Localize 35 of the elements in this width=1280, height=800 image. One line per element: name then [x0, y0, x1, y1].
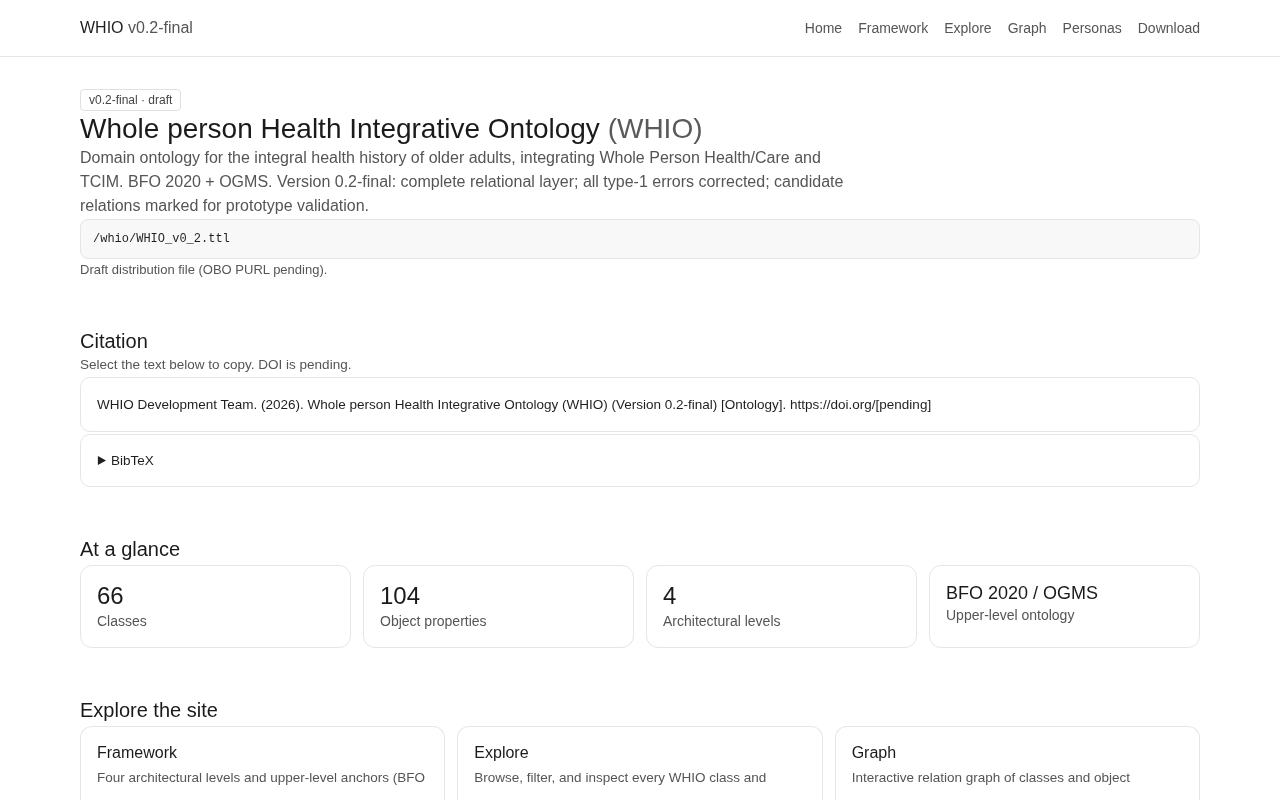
card-title: Graph	[851, 742, 898, 763]
section-heading: Explore the site	[80, 697, 219, 723]
stat-label: Architectural levels	[663, 611, 782, 631]
explore-card[interactable]: Graph Interactive relation graph of classes and object	[834, 725, 1200, 800]
nav-link[interactable]: Explore	[944, 20, 992, 36]
file-note: Draft distribution file (OBO PURL pending).	[80, 261, 329, 279]
stat-label: Upper-level ontology	[946, 605, 1076, 625]
explore-card[interactable]: Explore Browse, filter, and inspect every WHIO class and	[457, 725, 823, 800]
site-brand[interactable]: WHIO v0.2-final	[80, 19, 193, 37]
stat-value: BFO 2020 / OGMS	[946, 581, 1100, 605]
citation-note: Select the text below to copy. DOI is pending.	[80, 356, 353, 374]
nav-link[interactable]: Download	[1137, 20, 1200, 36]
nav-link[interactable]: Personas	[1062, 20, 1122, 36]
nav-link[interactable]: Home	[804, 20, 843, 36]
citation-text: WHIO Development Team. (2026). Whole person Health Integrative Ontology (WHIO) (Version 0.2-final) [Ontology]. https://doi.org/[pending]	[80, 377, 1200, 432]
nav-link[interactable]: Framework	[858, 20, 929, 36]
card-description: Four architectural levels and upper-level anchors (BFO	[97, 768, 426, 787]
page-title: Whole person Health Integrative Ontology (WHIO)	[80, 112, 704, 146]
stat-value: 4	[663, 580, 678, 611]
bibtex-toggle[interactable]: BibTeX	[97, 451, 154, 470]
explore-card[interactable]: Framework Four architectural levels and upper-level anchors (BFO	[80, 725, 446, 800]
section-heading: Citation	[80, 329, 149, 354]
card-description: Browse, filter, and inspect every WHIO class and	[474, 768, 768, 787]
card-title: Explore	[474, 742, 530, 763]
nav-link[interactable]: Graph	[1007, 20, 1047, 36]
card-description: Interactive relation graph of classes and object	[851, 768, 1132, 787]
card-title: Framework	[97, 742, 178, 763]
section-heading: At a glance	[80, 536, 182, 562]
ontology-description: Domain ontology for the integral health history of older adults, integrating Whole Person Health/Care and TCIM. BFO 2020 + OGMS. Version 0.2-final: complete relational layer; all type-1 errors corrected; candidate relations marked for prototype validation.	[80, 148, 845, 216]
stat-label: Object properties	[380, 611, 488, 631]
file-path-code: /whio/WHIO_v0_2.ttl	[80, 219, 1200, 259]
stat-value: 66	[97, 580, 125, 611]
stat-label: Classes	[97, 611, 148, 631]
stat-value: 104	[380, 580, 422, 611]
version-badge: v0.2-final · draft	[80, 89, 182, 111]
